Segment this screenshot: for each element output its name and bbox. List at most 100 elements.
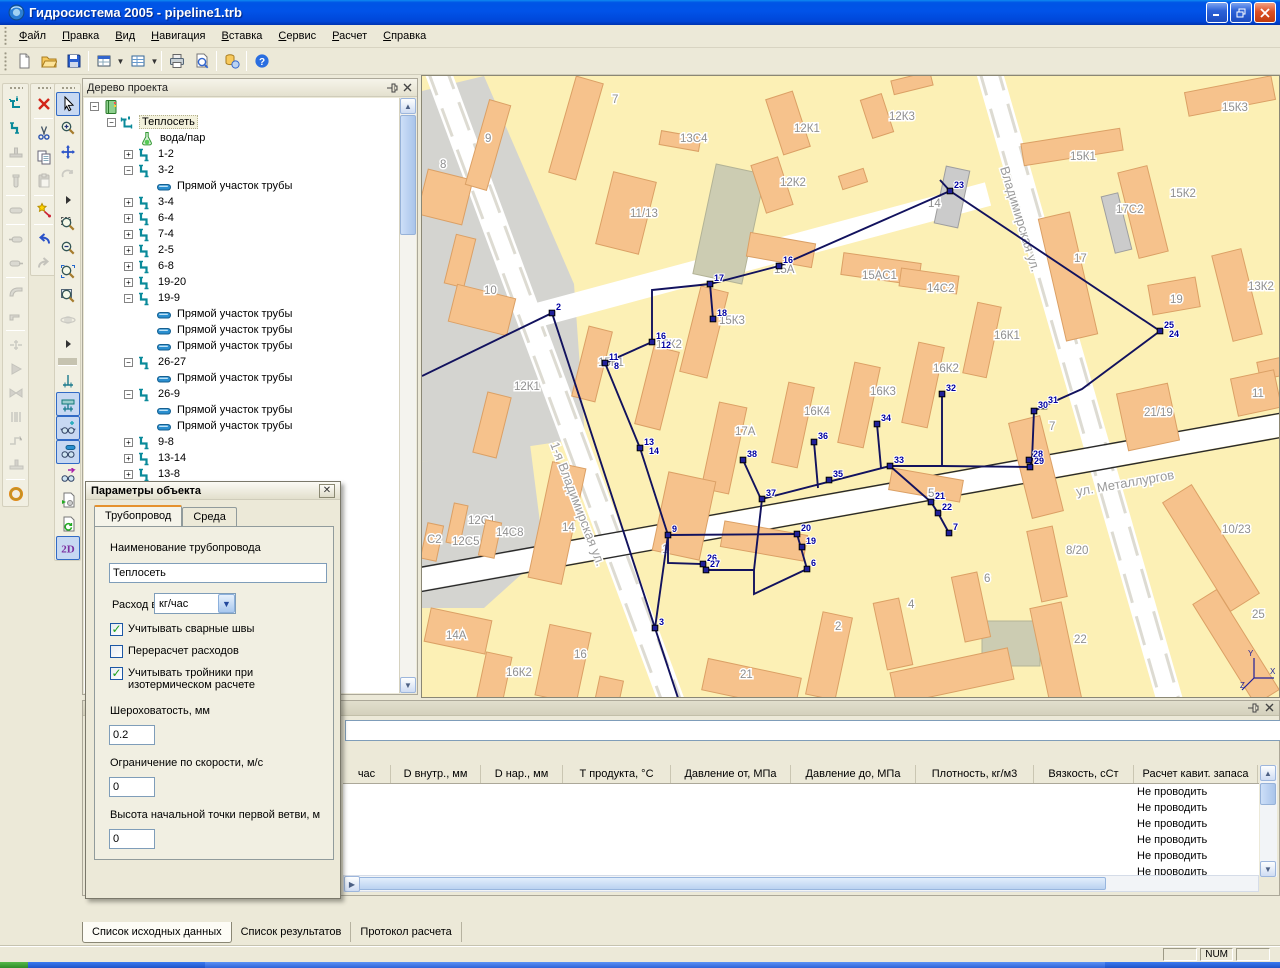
tab-results[interactable]: Список результатов [232, 922, 352, 942]
tab-medium[interactable]: Среда [182, 507, 237, 526]
menu-1[interactable]: Файл [11, 27, 54, 45]
tree-expander[interactable]: + [124, 149, 133, 159]
grid-horizontal-scrollbar[interactable]: ▶ [343, 875, 1259, 892]
flow-unit-combobox[interactable]: кг/час ▼ [154, 593, 236, 614]
tree-item-13-14[interactable]: +13-14 [84, 450, 399, 466]
column-header[interactable]: час [343, 765, 391, 783]
tree-expander[interactable]: − [124, 293, 133, 303]
tree-item-19-20[interactable]: +19-20 [84, 274, 399, 290]
menu-2[interactable]: Правка [54, 27, 107, 45]
pipeline-node[interactable] [934, 509, 942, 517]
dialog-close-button[interactable]: ✕ [319, 483, 335, 498]
pipeline-node[interactable] [1025, 456, 1033, 464]
select-tool[interactable] [55, 92, 80, 116]
restore-button[interactable] [1230, 2, 1252, 23]
tab-calc-protocol[interactable]: Протокол расчета [351, 922, 462, 942]
tree-item-6-8[interactable]: +6-8 [84, 258, 399, 274]
zoom-flyout[interactable] [56, 188, 80, 212]
pin-icon[interactable] [1247, 702, 1259, 714]
insert-pipeline-tool[interactable] [4, 92, 28, 116]
tree-scroll-down[interactable]: ▼ [400, 677, 416, 693]
roughness-input[interactable] [109, 725, 155, 745]
units-button-dropdown[interactable]: ▼ [116, 57, 125, 66]
tables-button[interactable] [125, 50, 150, 73]
column-header[interactable]: D нар., мм [481, 765, 563, 783]
table-row[interactable]: Не проводить [343, 784, 1259, 800]
save-file-button[interactable] [61, 50, 86, 73]
tab-pipeline[interactable]: Трубопровод [94, 505, 183, 527]
tree-scroll-thumb[interactable] [400, 115, 416, 235]
grid-hscroll-thumb[interactable] [346, 877, 1106, 890]
pipeline-node[interactable] [803, 565, 811, 573]
weld-seams-checkbox[interactable]: ✓ Учитывать сварные швы [110, 623, 254, 636]
view-2d-toggle[interactable]: 2D [55, 536, 80, 560]
refresh-view-button[interactable] [56, 512, 80, 536]
tree-expander[interactable]: + [124, 261, 133, 271]
menu-5[interactable]: Вставка [214, 27, 271, 45]
tree-expander[interactable]: + [124, 229, 133, 239]
pipeline-node[interactable] [699, 560, 707, 568]
tree-item-Прямойучастоктрубы[interactable]: Прямой участок трубы [84, 402, 399, 418]
tree-expander[interactable]: + [124, 453, 133, 463]
tree-scroll-up[interactable]: ▲ [400, 98, 416, 114]
tree-expander[interactable]: + [124, 245, 133, 255]
table-row[interactable]: Не проводить [343, 848, 1259, 864]
pipeline-node[interactable] [664, 531, 672, 539]
tree-item-водапар[interactable]: вода/пар [84, 130, 399, 146]
checkbox-empty-icon[interactable] [110, 645, 123, 658]
menu-6[interactable]: Сервис [270, 27, 324, 45]
pipeline-node[interactable] [946, 187, 954, 195]
column-header[interactable]: Давление от, МПа [671, 765, 791, 783]
open-file-button[interactable] [36, 50, 61, 73]
pipeline-node[interactable] [706, 280, 714, 288]
menu-7[interactable]: Расчет [324, 27, 375, 45]
new-file-button[interactable] [11, 50, 36, 73]
tee-isothermal-checkbox[interactable]: ✓ Учитывать тройники при изотермическом … [110, 667, 328, 691]
tree-item-26-27[interactable]: − 26-27 [84, 354, 399, 370]
pipeline-node[interactable] [648, 338, 656, 346]
show-flow-direction-toggle[interactable] [56, 464, 80, 488]
tree-expander[interactable]: − [90, 101, 99, 111]
pipeline-node[interactable] [758, 495, 766, 503]
tree-item-6-4[interactable]: +6-4 [84, 210, 399, 226]
show-pipes-toggle[interactable] [55, 440, 80, 464]
tree-expander[interactable]: − [124, 165, 133, 175]
pipeline-node[interactable] [1026, 463, 1034, 471]
checkbox-check-icon[interactable]: ✓ [110, 623, 123, 636]
tree-item-19-9[interactable]: − 19-9 [84, 290, 399, 306]
database-button[interactable] [219, 50, 244, 73]
pipeline-node[interactable] [775, 262, 783, 270]
dialog-title-bar[interactable]: Параметры объекта ✕ [86, 482, 340, 500]
tree-item-2-5[interactable]: +2-5 [84, 242, 399, 258]
column-header[interactable]: Т продукта, °С [563, 765, 671, 783]
tree-expander[interactable]: + [124, 277, 133, 287]
minimize-button[interactable] [1206, 2, 1228, 23]
grid-scroll-thumb[interactable] [1260, 783, 1276, 805]
tree-expander[interactable]: + [124, 469, 133, 479]
column-header[interactable]: Плотность, кг/м3 [916, 765, 1034, 783]
import-background-button[interactable] [56, 488, 80, 512]
grid-scroll-right[interactable]: ▶ [344, 876, 360, 892]
pipeline-node[interactable] [739, 456, 747, 464]
pipeline-node[interactable] [793, 530, 801, 538]
tree-expander[interactable]: − [124, 357, 133, 367]
tree-expander[interactable]: − [124, 389, 133, 399]
insert-seal-ring-tool[interactable] [4, 482, 28, 506]
close-panel-icon[interactable] [1264, 702, 1275, 713]
pipeline-node[interactable] [651, 624, 659, 632]
delete-button[interactable] [32, 92, 56, 116]
pipeline-node[interactable] [548, 309, 556, 317]
view-flyout[interactable] [56, 332, 80, 356]
column-header[interactable]: Расчет кавит. запаса [1134, 765, 1258, 783]
tree-expander[interactable]: + [124, 437, 133, 447]
tree-item-Прямойучастоктрубы[interactable]: Прямой участок трубы [84, 306, 399, 322]
menu-4[interactable]: Навигация [143, 27, 213, 45]
speed-limit-input[interactable] [109, 777, 155, 797]
tab-source-data[interactable]: Список исходных данных [82, 922, 232, 943]
pin-icon[interactable] [386, 82, 398, 94]
pipeline-node[interactable] [938, 390, 946, 398]
menu-3[interactable]: Вид [107, 27, 143, 45]
pipeline-node[interactable] [601, 359, 609, 367]
pipeline-node[interactable] [927, 498, 935, 506]
tree-item-Прямойучастоктрубы[interactable]: Прямой участок трубы [84, 418, 399, 434]
